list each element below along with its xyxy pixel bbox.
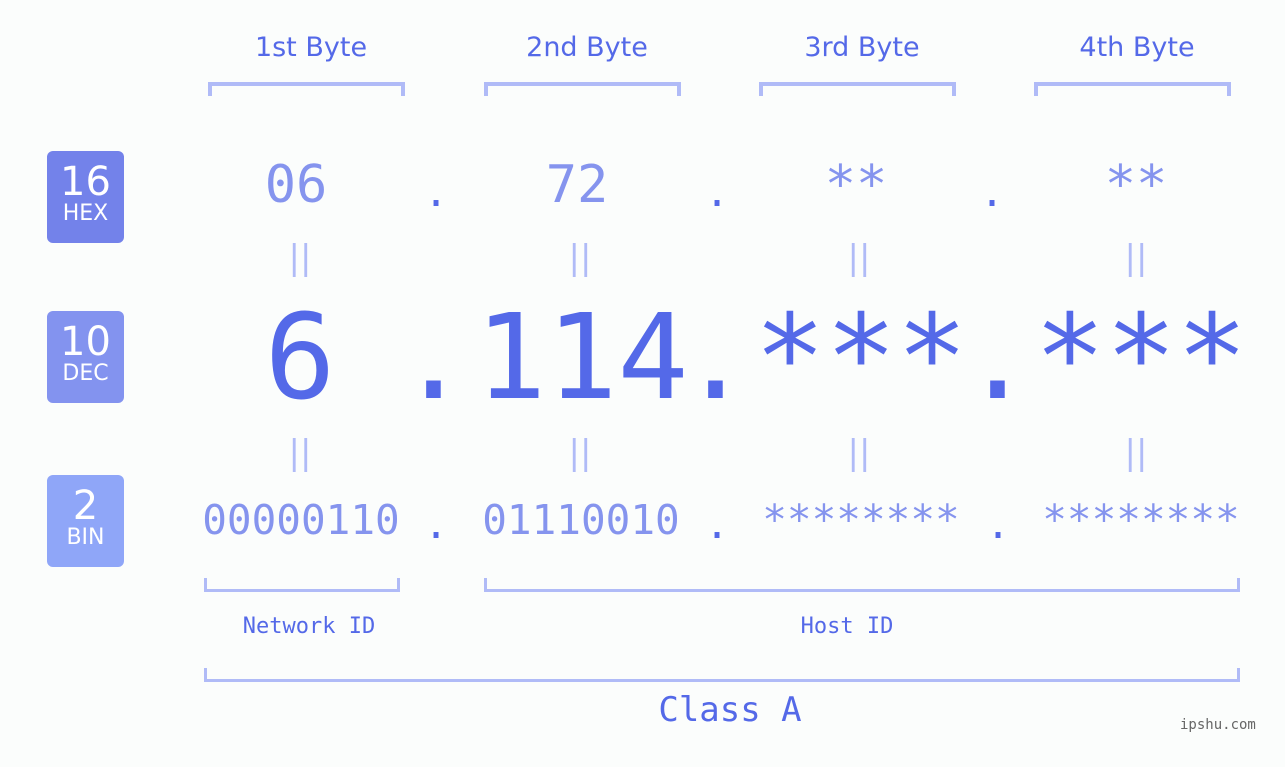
dec-badge-label: DEC xyxy=(62,361,109,386)
hex-separator-2: . xyxy=(705,170,730,216)
equals-sign: || xyxy=(1124,433,1148,473)
hex-separator-3: . xyxy=(980,170,1005,216)
bin-badge-label: BIN xyxy=(66,525,105,550)
bin-byte-4: ******** xyxy=(1042,496,1240,544)
equals-sign: || xyxy=(1124,238,1148,278)
bin-separator-1: . xyxy=(424,502,449,548)
watermark: ipshu.com xyxy=(1180,717,1256,733)
equals-sign: || xyxy=(288,433,312,473)
network-id-bracket xyxy=(204,578,400,592)
hex-badge-number: 16 xyxy=(60,159,111,205)
byte-bracket-2 xyxy=(484,82,681,96)
byte-header-3: 3rd Byte xyxy=(804,32,920,63)
bin-badge: 2 BIN xyxy=(47,475,124,567)
byte-header-1: 1st Byte xyxy=(254,32,368,63)
bin-badge-number: 2 xyxy=(72,483,99,529)
byte-bracket-4 xyxy=(1034,82,1231,96)
bin-separator-3: . xyxy=(986,502,1011,548)
class-bracket xyxy=(204,668,1240,682)
byte-header-4: 4th Byte xyxy=(1079,32,1195,63)
bin-byte-3: ******** xyxy=(762,496,960,544)
byte-bracket-3 xyxy=(759,82,956,96)
byte-bracket-1 xyxy=(208,82,405,96)
hex-byte-2: 72 xyxy=(545,155,609,215)
dec-badge-number: 10 xyxy=(60,319,111,365)
dec-separator-3: . xyxy=(962,288,1034,426)
hex-byte-1: 06 xyxy=(264,155,328,215)
hex-separator-1: . xyxy=(424,170,449,216)
equals-sign: || xyxy=(568,433,592,473)
bin-byte-1: 00000110 xyxy=(202,496,400,544)
hex-byte-4: ** xyxy=(1104,155,1168,215)
equals-sign: || xyxy=(847,238,871,278)
dec-separator-2: . xyxy=(680,288,752,426)
equals-sign: || xyxy=(568,238,592,278)
network-id-label: Network ID xyxy=(242,614,376,639)
dec-separator-1: . xyxy=(398,288,470,426)
bin-separator-2: . xyxy=(705,502,730,548)
dec-byte-4: *** xyxy=(1034,288,1248,426)
host-id-bracket xyxy=(484,578,1240,592)
equals-sign: || xyxy=(847,433,871,473)
host-id-label: Host ID xyxy=(800,614,894,639)
hex-badge-label: HEX xyxy=(62,201,109,226)
equals-sign: || xyxy=(288,238,312,278)
byte-header-2: 2nd Byte xyxy=(526,32,648,63)
dec-badge: 10 DEC xyxy=(47,311,124,403)
hex-badge: 16 HEX xyxy=(47,151,124,243)
bin-byte-2: 01110010 xyxy=(482,496,680,544)
class-label: Class A xyxy=(658,690,802,730)
hex-byte-3: ** xyxy=(824,155,888,215)
